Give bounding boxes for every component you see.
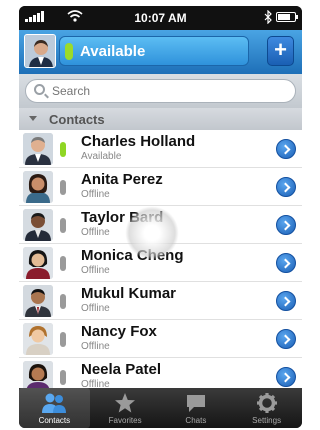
tab-favorites[interactable]: Favorites (90, 388, 161, 428)
tab-contacts[interactable]: Contacts (19, 388, 90, 428)
gear-icon (256, 393, 277, 413)
presence-indicator (60, 256, 66, 271)
header-bar: Available + (19, 30, 302, 74)
contact-row[interactable]: Mukul Kumar Offline (19, 282, 302, 320)
detail-disclosure-button[interactable] (276, 215, 296, 235)
presence-indicator (60, 180, 66, 195)
presence-indicator (60, 332, 66, 347)
tab-label: Favorites (108, 416, 142, 425)
bluetooth-icon (264, 10, 272, 24)
tab-settings[interactable]: Settings (231, 388, 302, 428)
presence-selector[interactable]: Available (59, 36, 249, 66)
contact-name: Anita Perez (81, 171, 163, 188)
detail-disclosure-button[interactable] (276, 177, 296, 197)
contact-status: Offline (81, 303, 110, 314)
contact-photo (23, 323, 53, 355)
detail-disclosure-button[interactable] (276, 139, 296, 159)
contact-list: Charles Holland Available Anita Perez Of… (19, 130, 302, 388)
search-input[interactable] (52, 83, 282, 99)
contacts-icon (42, 393, 67, 413)
contact-name: Mukul Kumar (81, 285, 177, 302)
contact-name: Charles Holland (81, 133, 196, 150)
status-time: 10:07 AM (134, 11, 187, 25)
tab-chats[interactable]: Chats (161, 388, 232, 428)
contact-row[interactable]: Anita Perez Offline (19, 168, 302, 206)
chat-icon (186, 395, 205, 412)
contact-status: Offline (81, 341, 110, 352)
contact-row[interactable]: Neela Patel Offline (19, 358, 302, 388)
contact-status: Offline (81, 227, 110, 238)
contact-status: Offline (81, 189, 110, 200)
contact-photo (23, 133, 53, 165)
contact-status: Offline (81, 379, 110, 388)
phone-screen: 10:07 AM Available + Search Contacts Cha… (19, 6, 302, 428)
tab-label: Chats (185, 416, 207, 425)
tab-bar: Contacts Favorites Chats Settings (19, 388, 302, 428)
section-title: Contacts (49, 112, 105, 127)
detail-disclosure-button[interactable] (276, 367, 296, 387)
status-bar: 10:07 AM (19, 6, 302, 30)
contact-name: Neela Patel (81, 361, 162, 378)
contact-photo (23, 361, 53, 388)
battery-icon (276, 12, 298, 22)
tab-label: Contacts (38, 416, 71, 425)
presence-label: Available (80, 43, 146, 60)
contact-photo (23, 285, 53, 317)
presence-indicator (60, 218, 66, 233)
add-contact-button[interactable]: + (267, 36, 294, 66)
contact-name: Nancy Fox (81, 323, 157, 340)
search-box[interactable] (25, 79, 296, 103)
contact-row[interactable]: Nancy Fox Offline (19, 320, 302, 358)
contact-photo (23, 171, 53, 203)
presence-indicator (65, 43, 73, 60)
detail-disclosure-button[interactable] (276, 253, 296, 273)
collapse-triangle-icon (29, 116, 37, 121)
detail-disclosure-button[interactable] (276, 291, 296, 311)
contact-status: Available (81, 151, 122, 162)
presence-indicator (60, 142, 66, 157)
contact-row[interactable]: Charles Holland Available (19, 130, 302, 168)
contact-photo (23, 209, 53, 241)
my-avatar[interactable] (24, 34, 56, 68)
search-icon (34, 84, 45, 95)
presence-indicator (60, 370, 66, 385)
contact-status: Offline (81, 265, 110, 276)
detail-disclosure-button[interactable] (276, 329, 296, 349)
search-bar (19, 74, 302, 108)
contact-photo (23, 247, 53, 279)
tab-label: Settings (252, 416, 282, 425)
touch-indicator (125, 206, 179, 260)
screen-frame: 10:07 AM Available + Search Contacts Cha… (0, 0, 308, 430)
star-icon (115, 393, 136, 413)
contacts-section-header[interactable]: Contacts (19, 108, 302, 130)
presence-indicator (60, 294, 66, 309)
